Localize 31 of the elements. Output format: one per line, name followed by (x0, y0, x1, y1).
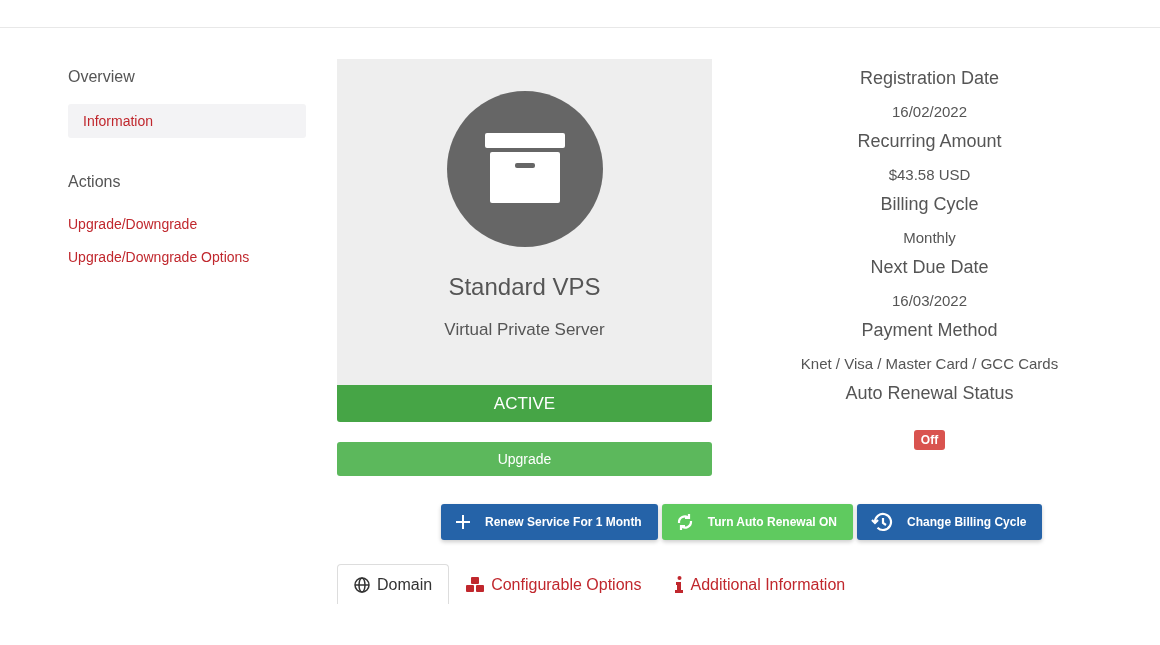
detail-label: Auto Renewal Status (845, 383, 1014, 404)
detail-label: Payment Method (861, 320, 998, 341)
detail-value: Knet / Visa / Master Card / GCC Cards (800, 355, 1059, 372)
detail-label: Recurring Amount (857, 131, 1002, 152)
detail-value: 16/02/2022 (891, 103, 968, 120)
action-button[interactable]: Change Billing Cycle (857, 504, 1043, 540)
product-group: Virtual Private Server (444, 320, 605, 340)
sidebar-item[interactable]: Upgrade/Downgrade (68, 209, 306, 239)
detail-value: $43.58 USD (888, 166, 971, 183)
history-icon (871, 512, 894, 532)
sidebar-item[interactable]: Upgrade/Downgrade Options (68, 242, 306, 272)
cubes-icon (466, 576, 485, 593)
status-bar: ACTIVE (337, 385, 712, 422)
tab[interactable]: Domain (337, 564, 450, 604)
globe-icon (354, 576, 370, 593)
info-icon (675, 576, 684, 593)
sidebar-heading: Overview (68, 67, 136, 87)
sidebar-heading: Actions (68, 172, 122, 192)
sidebar-item[interactable]: Information (68, 104, 306, 138)
refresh-icon (675, 512, 694, 532)
detail-label: Billing Cycle (880, 194, 979, 215)
detail-value: 16/03/2022 (891, 292, 968, 309)
action-button[interactable]: Renew Service For 1 Month (441, 504, 658, 540)
status-badge: Off (913, 430, 946, 450)
detail-value: Monthly (903, 229, 956, 246)
tab[interactable]: Additional Information (658, 564, 863, 604)
detail-label: Registration Date (859, 68, 1000, 89)
detail-label: Next Due Date (870, 257, 989, 278)
tab[interactable]: Configurable Options (449, 564, 659, 604)
product-name: Standard VPS (448, 273, 601, 301)
plus-icon (455, 514, 471, 530)
